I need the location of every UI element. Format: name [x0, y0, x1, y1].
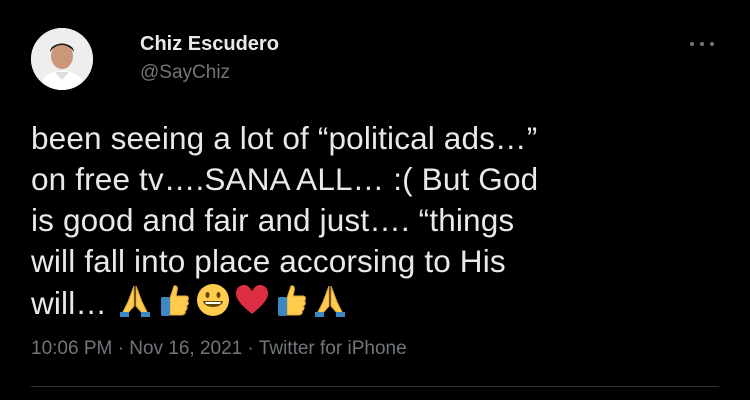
tweet-card: Chiz Escudero @SayChiz been seeing a lot… — [0, 0, 750, 400]
folded-hands-icon — [117, 282, 153, 318]
tweet-text-fragment: will… — [31, 285, 107, 321]
red-heart-icon — [234, 282, 270, 318]
author-name[interactable]: Chiz Escudero — [140, 33, 279, 56]
dot — [690, 42, 694, 46]
tweet-text-line: will fall into place accorsing to His — [31, 243, 506, 279]
more-horizontal-icon[interactable] — [686, 34, 718, 54]
grinning-face-icon — [195, 282, 231, 318]
tweet-text-line-last: will… — [31, 282, 731, 324]
dot — [710, 42, 714, 46]
tweet-text-line: been seeing a lot of “political ads…” — [31, 120, 538, 156]
meta-separator: · — [117, 338, 124, 359]
tweet-text-line: on free tv….SANA ALL… :( But God — [31, 161, 539, 197]
avatar[interactable] — [31, 28, 93, 90]
thumbs-up-icon — [156, 282, 192, 318]
tweet-time[interactable]: 10:06 PM — [31, 338, 112, 359]
tweet-text: been seeing a lot of “political ads…” on… — [31, 118, 731, 324]
tweet-date[interactable]: Nov 16, 2021 — [129, 338, 242, 359]
divider — [31, 386, 719, 387]
emoji-row — [117, 282, 348, 318]
tweet-source[interactable]: Twitter for iPhone — [259, 338, 407, 359]
folded-hands-icon — [312, 282, 348, 318]
author-handle[interactable]: @SayChiz — [140, 62, 230, 84]
tweet-text-line: is good and fair and just…. “things — [31, 202, 515, 238]
dot — [700, 42, 704, 46]
thumbs-up-icon — [273, 282, 309, 318]
tweet-meta: 10:06 PM · Nov 16, 2021 · Twitter for iP… — [31, 338, 407, 360]
meta-separator: · — [247, 338, 254, 359]
